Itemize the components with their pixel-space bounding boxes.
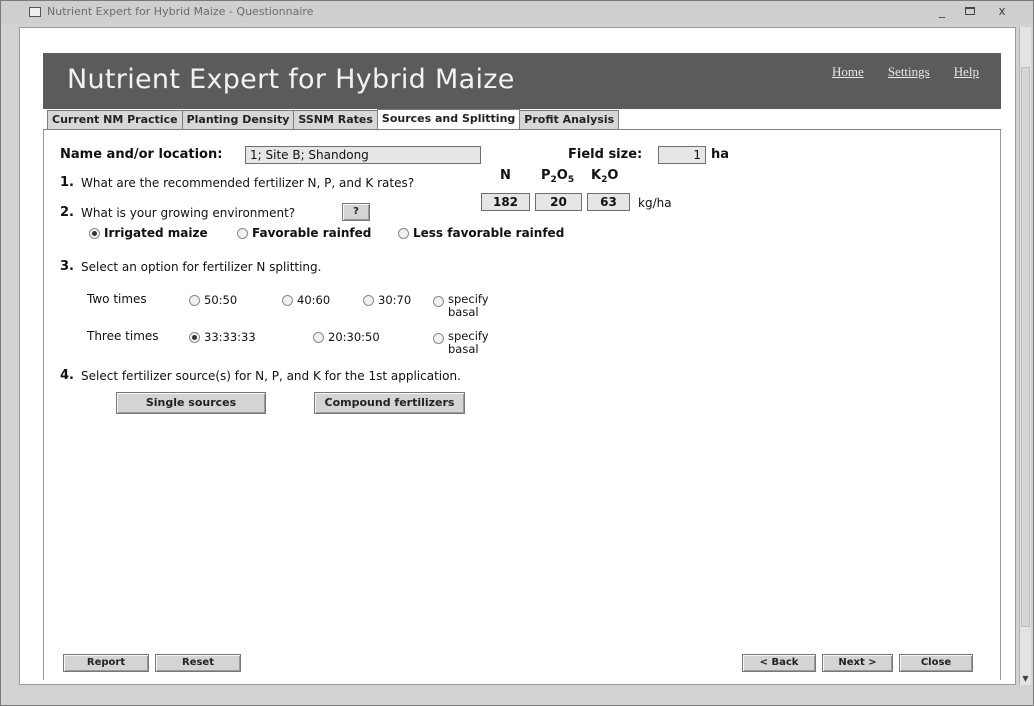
settings-link[interactable]: Settings [888, 64, 930, 80]
radio-selected-icon [189, 331, 200, 343]
split-20-30-50-radio[interactable]: 20:30:50 [313, 330, 380, 344]
split-20-30-50-label: 20:30:50 [328, 330, 380, 344]
environment-irrigated-radio[interactable]: Irrigated maize [89, 226, 208, 240]
environment-favorable-label: Favorable rainfed [252, 226, 372, 240]
next-button[interactable]: Next > [822, 654, 893, 672]
scrollbar-thumb[interactable] [1021, 67, 1030, 627]
tab-profit-analysis[interactable]: Profit Analysis [519, 110, 620, 129]
window-title: Nutrient Expert for Hybrid Maize - Quest… [47, 5, 314, 18]
compound-fertilizers-button[interactable]: Compound fertilizers [314, 392, 465, 414]
two-times-label: Two times [87, 292, 147, 306]
radio-unselected-icon [189, 294, 200, 306]
radio-unselected-icon [398, 227, 409, 239]
split-three-basal-text: basal [448, 342, 479, 356]
split-two-specify-text: specify [448, 292, 489, 306]
environment-favorable-radio[interactable]: Favorable rainfed [237, 226, 371, 240]
split-33-33-33-radio[interactable]: 33:33:33 [189, 330, 256, 344]
tab-current-nm-practice[interactable]: Current NM Practice [47, 110, 183, 129]
report-button[interactable]: Report [63, 654, 149, 672]
radio-unselected-icon [237, 227, 248, 239]
split-two-specify-radio[interactable]: specify basal [433, 293, 489, 319]
environment-help-button[interactable]: ? [342, 203, 370, 221]
radio-unselected-icon [433, 333, 444, 344]
q4-number: 4. [60, 368, 74, 383]
n-column-header: N [500, 168, 511, 183]
k2o-k: K [591, 168, 602, 183]
p2o5-sub-5: 5 [567, 175, 575, 185]
k-rate-value: 63 [587, 193, 630, 211]
environment-less-favorable-radio[interactable]: Less favorable rainfed [398, 226, 564, 240]
split-three-specify-label: specify basal [448, 330, 489, 356]
minimize-button[interactable]: _ [933, 4, 951, 18]
p-rate-value: 20 [535, 193, 582, 211]
split-50-50-radio[interactable]: 50:50 [189, 293, 237, 307]
q3-number: 3. [60, 259, 74, 274]
split-50-50-label: 50:50 [204, 293, 238, 307]
scroll-down-icon[interactable]: ▼ [1020, 674, 1031, 683]
split-30-70-radio[interactable]: 30:70 [363, 293, 411, 307]
split-40-60-radio[interactable]: 40:60 [282, 293, 330, 307]
radio-unselected-icon [313, 331, 324, 343]
tab-strip: Current NM Practice Planting Density SSN… [47, 109, 620, 130]
field-size-unit: ha [711, 147, 730, 162]
q2-text: What is your growing environment? [81, 206, 296, 220]
tab-ssnm-rates[interactable]: SSNM Rates [293, 110, 378, 129]
environment-less-favorable-label: Less favorable rainfed [413, 226, 565, 240]
split-three-specify-text: specify [448, 329, 489, 343]
split-two-basal-text: basal [448, 305, 479, 319]
maximize-button[interactable] [961, 4, 979, 18]
header-links: Home Settings Help [832, 64, 979, 80]
vertical-scrollbar[interactable]: ▼ [1019, 27, 1031, 685]
q1-number: 1. [60, 175, 74, 190]
radio-unselected-icon [282, 294, 293, 306]
split-30-70-label: 30:70 [378, 293, 412, 307]
maximize-icon [965, 7, 975, 15]
k2o-o: O [607, 168, 619, 183]
split-two-specify-label: specify basal [448, 293, 489, 319]
field-size-label: Field size: [568, 147, 643, 162]
tab-planting-density[interactable]: Planting Density [181, 110, 295, 129]
reset-button[interactable]: Reset [155, 654, 241, 672]
k2o-column-header: K2O [591, 168, 619, 185]
q2-number: 2. [60, 205, 74, 220]
split-33-33-33-label: 33:33:33 [204, 330, 256, 344]
form-icon [29, 7, 41, 17]
app-window: Nutrient Expert for Hybrid Maize - Quest… [0, 0, 1034, 706]
q4-text: Select fertilizer source(s) for N, P, an… [81, 369, 461, 383]
home-link[interactable]: Home [832, 64, 864, 80]
split-three-specify-radio[interactable]: specify basal [433, 330, 489, 356]
p2o5-p: P [541, 168, 551, 183]
radio-unselected-icon [363, 294, 374, 306]
environment-irrigated-label: Irrigated maize [104, 226, 208, 240]
p2o5-o: O [556, 168, 568, 183]
field-size-input[interactable]: 1 [658, 146, 706, 164]
close-window-button[interactable]: x [993, 4, 1011, 18]
app-title: Nutrient Expert for Hybrid Maize [67, 64, 515, 95]
header-banner: Nutrient Expert for Hybrid Maize Home Se… [43, 53, 1001, 109]
title-bar: Nutrient Expert for Hybrid Maize - Quest… [1, 1, 1033, 23]
location-input[interactable]: 1; Site B; Shandong [245, 146, 481, 164]
back-button[interactable]: < Back [742, 654, 816, 672]
location-label: Name and/or location: [60, 147, 223, 162]
three-times-label: Three times [87, 329, 159, 343]
rate-unit: kg/ha [638, 196, 672, 210]
close-button[interactable]: Close [899, 654, 973, 672]
k2o-sub-2: 2 [601, 175, 608, 185]
radio-selected-icon [89, 227, 100, 239]
n-rate-value: 182 [481, 193, 530, 211]
single-sources-button[interactable]: Single sources [116, 392, 266, 414]
p2o5-sub-2: 2 [550, 175, 557, 185]
radio-unselected-icon [433, 296, 444, 307]
q1-text: What are the recommended fertilizer N, P… [81, 176, 415, 190]
split-40-60-label: 40:60 [297, 293, 331, 307]
help-link[interactable]: Help [954, 64, 979, 80]
p2o5-column-header: P2O5 [541, 168, 575, 185]
tab-sources-and-splitting[interactable]: Sources and Splitting [376, 109, 521, 129]
q3-text: Select an option for fertilizer N splitt… [81, 260, 322, 274]
